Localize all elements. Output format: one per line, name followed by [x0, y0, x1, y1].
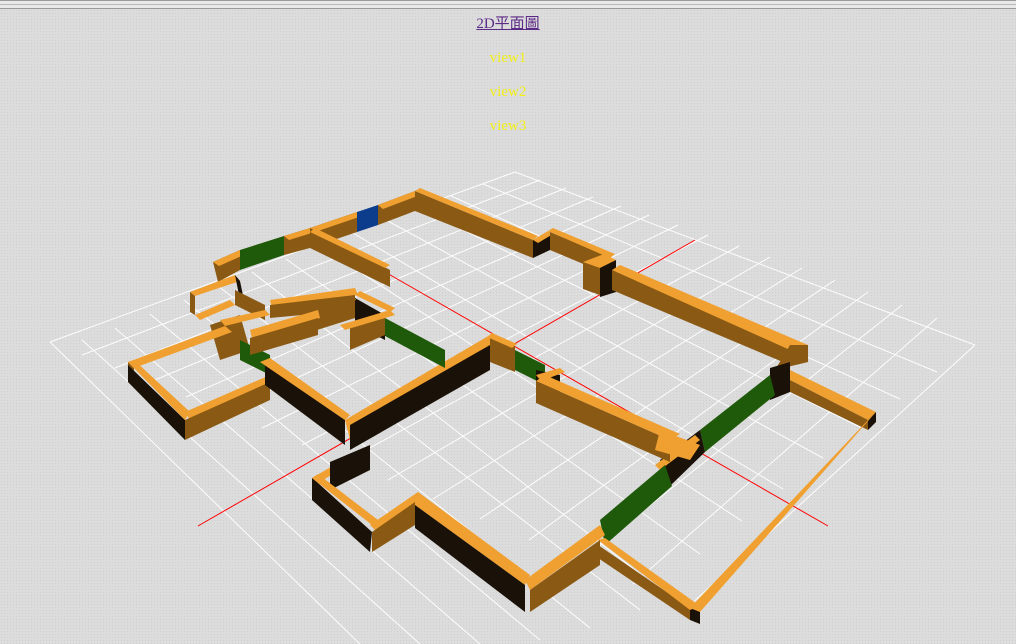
view1-link[interactable]: view1: [438, 48, 578, 68]
wall-back-right: [415, 188, 808, 365]
view3-link[interactable]: view3: [438, 116, 578, 136]
wall-geometry: [128, 188, 876, 624]
view-navigation: 2D平面圖 view1 view2 view3: [0, 14, 1016, 150]
view2-link[interactable]: view2: [438, 82, 578, 102]
plan-2d-link[interactable]: 2D平面圖: [438, 14, 578, 34]
